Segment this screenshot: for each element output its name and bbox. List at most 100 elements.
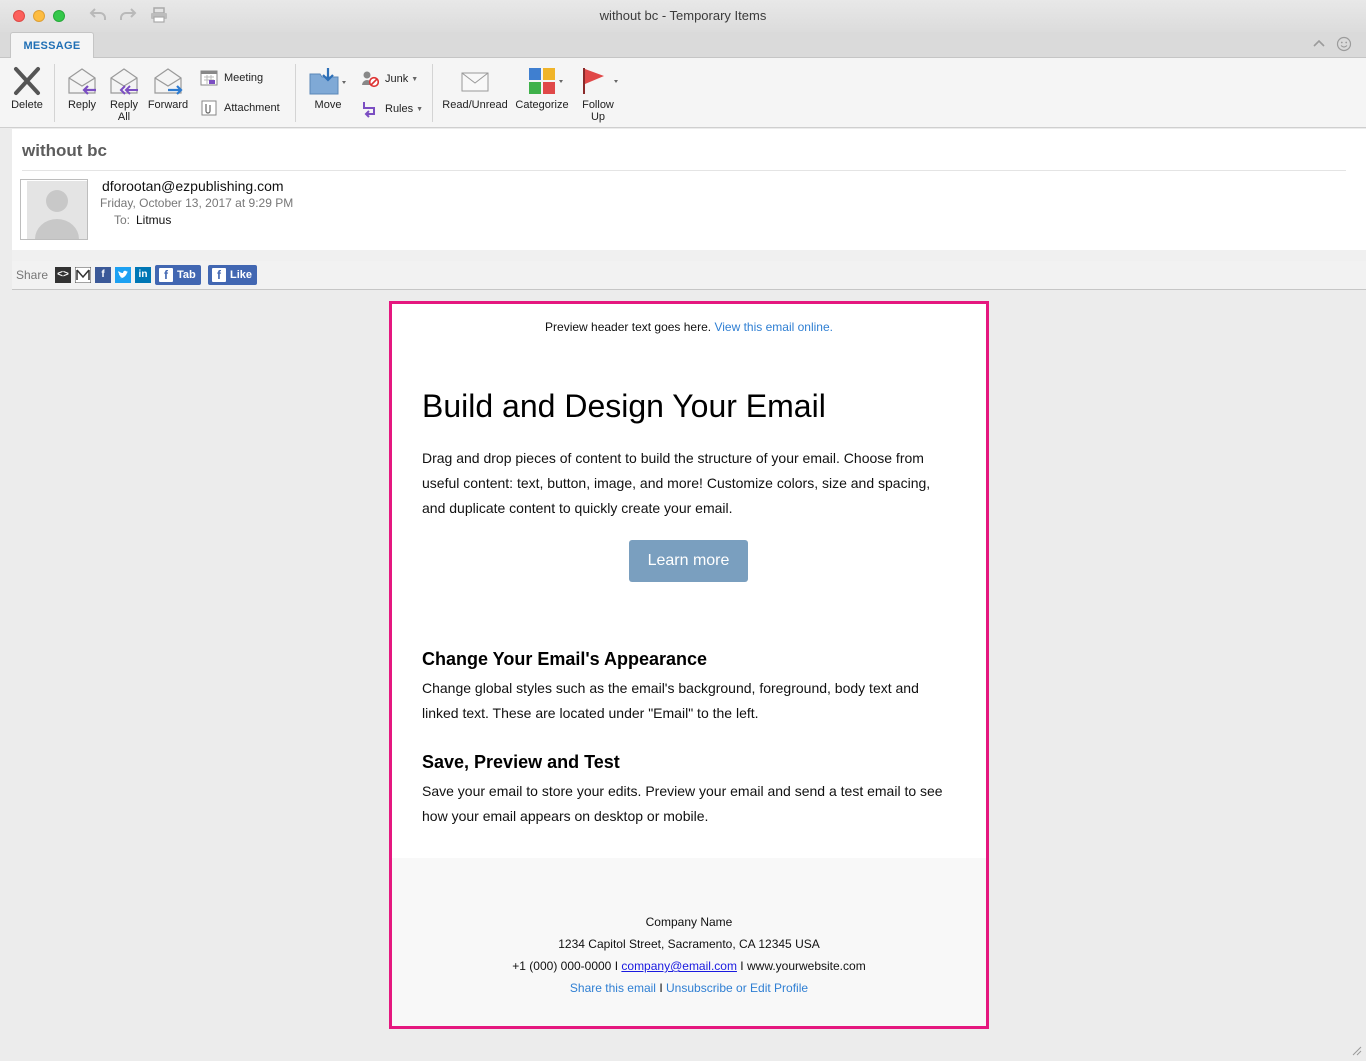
- section1-title: Change Your Email's Appearance: [422, 649, 708, 669]
- rules-dropdown-icon: ▼: [416, 105, 424, 113]
- follow-up-label-line1: Follow: [582, 99, 614, 111]
- reply-icon: [68, 68, 96, 95]
- ribbon-separator: [295, 64, 296, 122]
- facebook-logo-icon: f: [212, 268, 226, 282]
- header-divider: [22, 170, 1346, 171]
- ribbon-separator: [54, 64, 55, 122]
- mail-window: without bc - Temporary Items MESSAGE Del…: [0, 0, 1366, 1059]
- meeting-button[interactable]: Meeting: [200, 70, 263, 86]
- email-body: Preview header text goes here. View this…: [389, 301, 989, 1029]
- tab-message[interactable]: MESSAGE: [10, 32, 94, 59]
- footer-website: www.yourwebsite.com: [746, 959, 866, 973]
- title-bar: without bc - Temporary Items: [0, 0, 1366, 32]
- linkedin-icon[interactable]: in: [135, 267, 151, 283]
- follow-up-label-line2: Up: [590, 111, 606, 123]
- share-email-link[interactable]: Share this email: [570, 981, 656, 995]
- footer-phone: +1 (000) 000-0000: [512, 959, 612, 973]
- ribbon-separator: [432, 64, 433, 122]
- header-spacer: [12, 250, 1366, 261]
- intro-line: useful content: text, button, image, and…: [422, 475, 931, 491]
- collapse-ribbon-icon[interactable]: [1312, 36, 1326, 52]
- preview-header: Preview header text goes here. View this…: [392, 320, 986, 334]
- section1-line: Change global styles such as the email's…: [422, 680, 919, 696]
- section2-paragraph: Save your email to store your edits. Pre…: [422, 779, 962, 829]
- preview-text: Preview header text goes here.: [545, 320, 712, 334]
- footer-separator: I: [659, 981, 663, 995]
- twitter-icon[interactable]: [115, 267, 131, 283]
- rules-icon: [363, 102, 375, 118]
- ribbon-toolbar: Delete Reply Reply All Forward Meeting A…: [0, 58, 1366, 128]
- rules-button[interactable]: Rules ▼: [361, 100, 423, 118]
- intro-line: and duplicate content to quickly create …: [422, 500, 733, 516]
- message-subject: without bc: [22, 141, 107, 160]
- flag-icon: [583, 68, 618, 94]
- read-unread-button[interactable]: Read/Unread: [440, 66, 510, 111]
- junk-dropdown-icon: ▼: [411, 75, 419, 83]
- message-date: Friday, October 13, 2017 at 9:29 PM: [100, 196, 294, 210]
- reply-all-label-line1: Reply: [109, 99, 139, 111]
- follow-up-button[interactable]: Follow Up: [576, 66, 620, 123]
- junk-button[interactable]: Junk ▼: [361, 70, 418, 88]
- footer-company: Company Name: [645, 915, 733, 929]
- like-button-label: Like: [230, 269, 253, 281]
- section2-line: how your email appears on desktop or mob…: [422, 808, 709, 824]
- sender-address[interactable]: dforootan@ezpublishing.com: [102, 178, 284, 194]
- read-unread-label: Read/Unread: [442, 99, 508, 111]
- move-label: Move: [314, 99, 342, 111]
- attachment-button[interactable]: Attachment: [200, 100, 280, 116]
- facebook-icon[interactable]: f: [95, 267, 111, 283]
- recipient[interactable]: Litmus: [136, 213, 171, 227]
- footer-address: 1234 Capitol Street, Sacramento, CA 1234…: [558, 937, 820, 951]
- meeting-calendar-icon: [200, 70, 218, 86]
- categorize-label: Categorize: [515, 99, 569, 111]
- message-header: without bc dforootan@ezpublishing.com Fr…: [12, 129, 1366, 250]
- reply-button[interactable]: Reply: [62, 66, 102, 111]
- intro-paragraph: Drag and drop pieces of content to build…: [422, 446, 952, 521]
- delete-button[interactable]: Delete: [8, 66, 46, 111]
- tab-button-label: Tab: [177, 269, 196, 281]
- delete-label: Delete: [11, 99, 43, 111]
- footer-separator: I: [614, 959, 619, 973]
- feedback-smiley-icon[interactable]: [1336, 36, 1352, 55]
- footer-contact: +1 (000) 000-0000 I company@email.com I …: [392, 959, 986, 973]
- facebook-tab-button[interactable]: f Tab: [155, 265, 201, 285]
- embed-code-icon[interactable]: <>: [55, 267, 71, 283]
- junk-icon: [362, 71, 379, 88]
- email-share-icon[interactable]: [74, 266, 92, 284]
- envelope-icon: [461, 72, 489, 92]
- view-online-link[interactable]: View this email online.: [714, 320, 833, 334]
- categorize-icon: [529, 68, 563, 94]
- intro-line: Drag and drop pieces of content to build…: [422, 450, 924, 466]
- move-button[interactable]: Move: [306, 66, 350, 111]
- section2-line: Save your email to store your edits. Pre…: [422, 783, 943, 799]
- attachment-label: Attachment: [224, 102, 280, 114]
- ribbon-tab-strip: MESSAGE: [0, 32, 1366, 59]
- email-footer: Company Name 1234 Capitol Street, Sacram…: [392, 858, 986, 1026]
- reply-all-icon: [110, 68, 138, 95]
- window-resize-grip-icon[interactable]: [1350, 1043, 1362, 1056]
- default-person-icon: [35, 190, 79, 239]
- unsubscribe-link[interactable]: Unsubscribe or Edit Profile: [666, 981, 808, 995]
- footer-separator: I: [740, 959, 744, 973]
- delete-x-icon: [14, 67, 40, 95]
- attachment-icon: [201, 100, 217, 116]
- to-label: To:: [114, 213, 131, 227]
- sender-avatar-frame: [20, 179, 88, 240]
- categorize-button[interactable]: Categorize: [512, 66, 572, 111]
- facebook-like-button[interactable]: f Like: [208, 265, 257, 285]
- learn-more-button[interactable]: Learn more: [629, 540, 748, 582]
- forward-button[interactable]: Forward: [146, 66, 190, 111]
- window-title: without bc - Temporary Items: [599, 8, 767, 23]
- section1-paragraph: Change global styles such as the email's…: [422, 676, 952, 726]
- reply-label: Reply: [67, 99, 97, 111]
- forward-label: Forward: [147, 99, 189, 111]
- email-heading: Build and Design Your Email: [422, 388, 826, 424]
- facebook-logo-icon: f: [159, 268, 173, 282]
- section2-title: Save, Preview and Test: [422, 752, 620, 772]
- forward-icon: [154, 68, 183, 95]
- footer-email-link[interactable]: company@email.com: [621, 959, 737, 973]
- share-bar: Share <> f in f Tab f Like: [12, 261, 1366, 290]
- reply-all-button[interactable]: Reply All: [104, 66, 144, 123]
- avatar[interactable]: [27, 181, 87, 239]
- rules-label: Rules: [385, 103, 414, 115]
